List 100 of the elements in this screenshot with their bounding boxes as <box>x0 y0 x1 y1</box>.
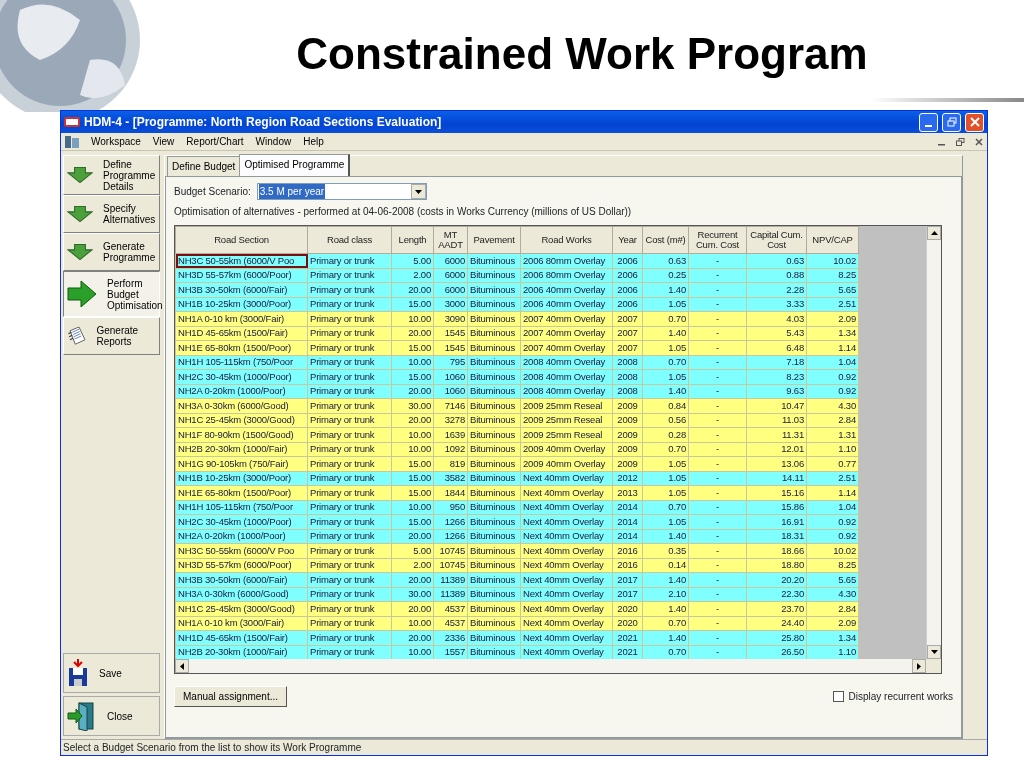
table-cell: 4.03 <box>746 311 807 326</box>
table-cell: 2020 <box>612 616 643 631</box>
column-header[interactable]: Year <box>612 226 643 254</box>
table-cell: 0.63 <box>746 253 807 268</box>
table-cell: NH1E 65-80km (1500/Poor) <box>175 340 308 355</box>
table-cell: 2020 <box>612 601 643 616</box>
table-cell: 6000 <box>433 282 468 297</box>
horizontal-scrollbar[interactable] <box>175 659 926 673</box>
table-cell: Primary or trunk <box>307 311 392 326</box>
table-cell: - <box>688 587 747 602</box>
table-cell: 1545 <box>433 340 468 355</box>
table-cell: NH3A 0-30km (6000/Good) <box>175 398 308 413</box>
tab[interactable]: Optimised Programme <box>239 154 351 176</box>
table-cell: 2007 40mm Overlay <box>520 311 613 326</box>
minimize-button[interactable] <box>919 112 938 132</box>
restore-button[interactable] <box>942 112 961 132</box>
step-button[interactable]: Generate Programme <box>63 233 160 271</box>
table-cell: 15.00 <box>391 485 434 500</box>
close-button[interactable] <box>965 112 984 132</box>
step-button[interactable]: Perform Budget Optimisation <box>63 271 160 317</box>
table-cell: 9.63 <box>746 384 807 399</box>
table-cell: 4.30 <box>806 587 859 602</box>
table-cell: 2.00 <box>391 558 434 573</box>
table-cell: - <box>688 311 747 326</box>
table-cell: 10.00 <box>391 311 434 326</box>
table-cell: 10745 <box>433 558 468 573</box>
column-header[interactable]: Pavement <box>467 226 521 254</box>
table-cell: NH1G 90-105km (750/Fair) <box>175 456 308 471</box>
menu-item[interactable]: View <box>152 134 175 149</box>
column-header[interactable]: Capital Cum. Cost <box>746 226 807 254</box>
table-cell: - <box>688 558 747 573</box>
table-cell: Bituminous <box>467 442 521 457</box>
table-cell: 2013 <box>612 485 643 500</box>
left-arrow-icon[interactable] <box>180 662 184 670</box>
table-cell: 1.04 <box>806 355 859 370</box>
table-cell: 1.40 <box>642 282 689 297</box>
column-header[interactable]: Recurrent Cum. Cost <box>688 226 747 254</box>
right-arrow-icon[interactable] <box>917 662 921 670</box>
close-button[interactable]: Close <box>63 696 160 736</box>
table-cell: 2.28 <box>746 282 807 297</box>
column-header[interactable]: MT AADT <box>433 226 468 254</box>
restore-icon[interactable] <box>956 137 965 146</box>
column-header[interactable]: Road Works <box>520 226 613 254</box>
table-cell: NH1B 10-25km (3000/Poor) <box>175 297 308 312</box>
vertical-scrollbar[interactable] <box>926 226 941 659</box>
step-button[interactable]: Define Programme Details <box>63 155 160 195</box>
table-cell: 2009 <box>612 427 643 442</box>
table-cell: Primary or trunk <box>307 253 392 268</box>
step-button[interactable]: Specify Alternatives <box>63 195 160 233</box>
table-cell: 20.00 <box>391 572 434 587</box>
table-cell: 2009 25mm Reseal <box>520 398 613 413</box>
table-cell: 819 <box>433 456 468 471</box>
column-header[interactable]: Length <box>391 226 434 254</box>
table-cell: - <box>688 282 747 297</box>
column-header[interactable]: Cost (m#) <box>642 226 689 254</box>
table-cell: Primary or trunk <box>307 616 392 631</box>
table-cell: 2016 <box>612 558 643 573</box>
close-icon[interactable] <box>975 137 983 146</box>
table-cell: 0.28 <box>642 427 689 442</box>
table-cell: 5.43 <box>746 326 807 341</box>
table-cell: 2008 <box>612 384 643 399</box>
table-cell: NH1C 25-45km (3000/Good) <box>175 601 308 616</box>
table-cell: 5.65 <box>806 572 859 587</box>
table-cell: 1.40 <box>642 601 689 616</box>
table-cell: 1.05 <box>642 456 689 471</box>
column-header[interactable]: Road Section <box>175 226 308 254</box>
menu-item[interactable]: Report/Chart <box>186 134 244 149</box>
checkbox-label[interactable]: Display recurrent works <box>848 689 953 704</box>
table-cell: 0.14 <box>642 558 689 573</box>
budget-scenario-dropdown[interactable]: 3.5 M per year <box>256 183 427 200</box>
table-cell: 1.05 <box>642 485 689 500</box>
table-cell: Primary or trunk <box>307 268 392 283</box>
table-cell: Bituminous <box>467 369 521 384</box>
menu-item[interactable]: Help <box>303 134 324 149</box>
table-cell: 15.16 <box>746 485 807 500</box>
menu-item[interactable]: Window <box>255 134 292 149</box>
table-cell: 2006 <box>612 282 643 297</box>
table-cell: - <box>688 616 747 631</box>
table-cell: 5.65 <box>806 282 859 297</box>
table-cell: - <box>688 398 747 413</box>
table-cell: 20.00 <box>391 384 434 399</box>
tab[interactable]: Define Budget <box>167 156 241 176</box>
save-button[interactable]: Save <box>63 653 160 693</box>
down-arrow-icon[interactable] <box>930 650 938 654</box>
table-cell: Bituminous <box>467 616 521 631</box>
table-cell: 0.70 <box>642 616 689 631</box>
table-cell: Bituminous <box>467 268 521 283</box>
table-cell: 1.05 <box>642 471 689 486</box>
table-cell: NH2B 20-30km (1000/Fair) <box>175 442 308 457</box>
column-header[interactable]: Road class <box>307 226 392 254</box>
manual-assignment-button[interactable]: Manual assignment... <box>174 686 288 707</box>
table-cell: 2.84 <box>806 601 859 616</box>
up-arrow-icon[interactable] <box>930 231 938 235</box>
menu-item[interactable]: Workspace <box>91 134 141 149</box>
step-button[interactable]: Generate Reports <box>63 317 160 355</box>
checkbox[interactable] <box>832 691 844 702</box>
table-cell: Bituminous <box>467 297 521 312</box>
table-cell: 15.00 <box>391 297 434 312</box>
column-header[interactable]: NPV/CAP <box>806 226 859 254</box>
table-cell: 2009 40mm Overlay <box>520 456 613 471</box>
